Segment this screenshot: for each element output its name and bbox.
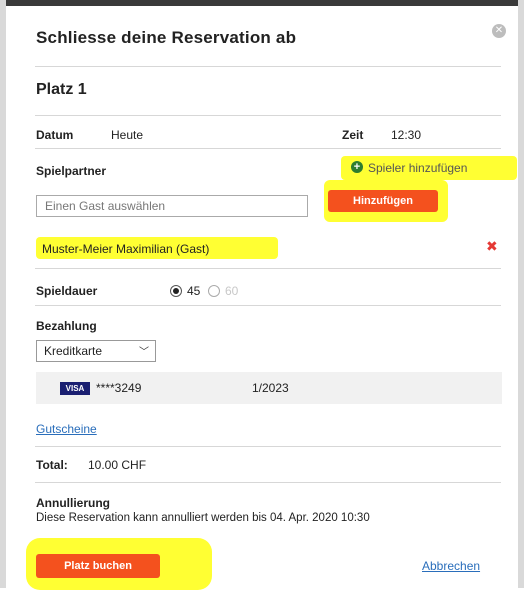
reservation-dialog: ✕ Schliesse deine Reservation ab Platz 1…	[8, 6, 517, 590]
divider	[35, 446, 501, 447]
duration-60-radio[interactable]	[208, 285, 220, 297]
divider	[35, 305, 501, 306]
payment-method-select[interactable]: Kreditkarte ﹀	[36, 340, 156, 362]
cancellation-label: Annullierung	[36, 496, 110, 510]
book-court-button[interactable]: Platz buchen	[36, 554, 160, 578]
add-player-link[interactable]: + Spieler hinzufügen	[341, 156, 517, 180]
chevron-down-icon: ﹀	[139, 347, 149, 358]
guest-select-input[interactable]: Einen Gast auswählen	[36, 195, 308, 217]
dialog-title: Schliesse deine Reservation ab	[36, 28, 297, 47]
backdrop-left	[0, 0, 6, 588]
total-value: 10.00 CHF	[88, 458, 147, 472]
cancellation-text: Diese Reservation kann annulliert werden…	[36, 512, 370, 524]
divider	[35, 148, 501, 149]
payment-method-value: Kreditkarte	[44, 344, 103, 358]
credit-card-row[interactable]: VISA ****3249 1/2023	[36, 372, 502, 404]
divider	[35, 268, 501, 269]
time-value: 12:30	[391, 128, 422, 142]
partners-label: Spielpartner	[36, 164, 107, 178]
add-guest-button[interactable]: Hinzufügen	[328, 190, 438, 212]
visa-card-icon: VISA	[60, 382, 90, 395]
selected-guest-name: Muster-Meier Maximilian (Gast)	[42, 242, 210, 256]
vouchers-link[interactable]: Gutscheine	[36, 422, 97, 436]
backdrop-right	[518, 0, 524, 588]
card-number: ****3249	[96, 381, 142, 395]
divider	[35, 482, 501, 483]
date-value: Heute	[111, 128, 144, 142]
close-icon[interactable]: ✕	[492, 24, 506, 38]
court-title: Platz 1	[36, 81, 87, 98]
duration-45-radio[interactable]	[170, 285, 182, 297]
duration-45-label: 45	[187, 284, 201, 298]
date-label: Datum	[36, 128, 74, 142]
card-expiry: 1/2023	[252, 381, 289, 395]
duration-60-label: 60	[225, 284, 239, 298]
add-player-label: Spieler hinzufügen	[368, 161, 468, 175]
payment-label: Bezahlung	[36, 319, 97, 333]
divider	[35, 115, 501, 116]
time-label: Zeit	[342, 128, 364, 142]
plus-circle-icon: +	[351, 161, 363, 173]
duration-label: Spieldauer	[36, 284, 98, 298]
divider	[35, 66, 501, 67]
x-icon[interactable]: ✖	[486, 238, 498, 255]
total-label: Total:	[36, 458, 68, 472]
cancel-link[interactable]: Abbrechen	[422, 559, 480, 573]
